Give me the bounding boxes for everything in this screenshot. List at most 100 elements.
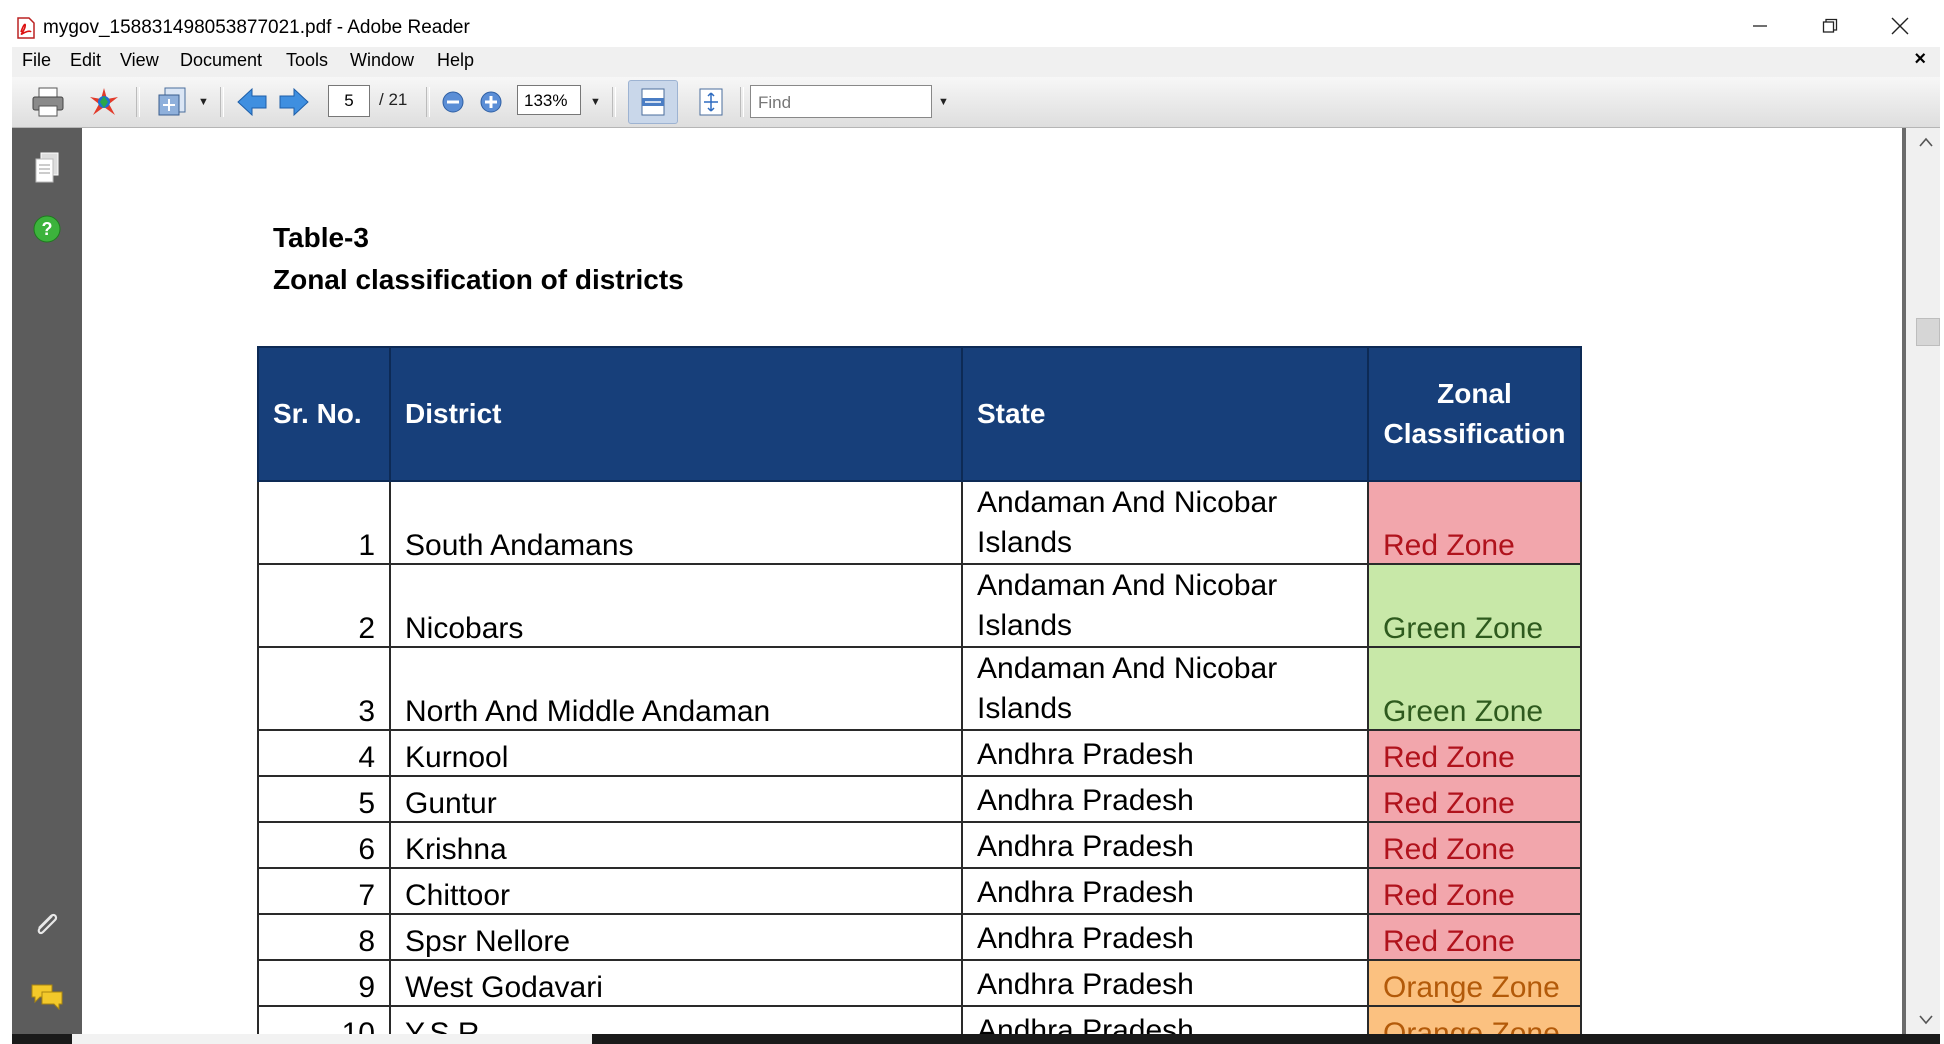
- previous-page-icon[interactable]: [234, 85, 270, 119]
- fit-page-icon[interactable]: [692, 86, 730, 118]
- scrollbar-thumb[interactable]: [1916, 318, 1940, 346]
- cell-zone: Red Zone: [1367, 821, 1582, 869]
- share-dropdown-icon[interactable]: ▼: [198, 96, 209, 108]
- table-heading: Table-3: [273, 222, 369, 253]
- cell-zone: Red Zone: [1367, 913, 1582, 961]
- cell-district: Y.S.R.: [389, 1005, 963, 1034]
- cell-sr-no: 9: [257, 959, 391, 1007]
- cell-state: Andaman And Nicobar Islands: [961, 646, 1369, 731]
- toolbar: ▼ 5 / 21 133% ▼ Find ▼: [12, 77, 1940, 128]
- menu-bar: File Edit View Document Tools Window Hel…: [12, 47, 1940, 78]
- menu-window[interactable]: Window: [350, 50, 414, 71]
- column-header-state: State: [961, 346, 1369, 482]
- column-header-sr-no: Sr. No.: [257, 346, 391, 482]
- zoom-level-input[interactable]: 133%: [517, 85, 581, 115]
- close-icon[interactable]: [1870, 6, 1930, 46]
- table-body: 1 South Andamans Andaman And Nicobar Islan…: [257, 480, 1582, 1034]
- cell-zone: Red Zone: [1367, 775, 1582, 823]
- table-row: 3 North And Middle Andaman Andaman And Nic…: [257, 646, 1582, 731]
- horizontal-scrollbar-thumb[interactable]: [72, 1034, 592, 1044]
- menu-file[interactable]: File: [22, 50, 51, 71]
- cell-sr-no: 4: [257, 729, 391, 777]
- close-document-button[interactable]: ×: [1914, 48, 1926, 71]
- vertical-scrollbar[interactable]: [1902, 128, 1940, 1034]
- find-dropdown-icon[interactable]: ▼: [938, 96, 949, 108]
- cell-district: West Godavari: [389, 959, 963, 1007]
- cell-district: Spsr Nellore: [389, 913, 963, 961]
- cell-state: Andhra Pradesh: [961, 775, 1369, 823]
- cell-state: Andhra Pradesh: [961, 913, 1369, 961]
- cell-zone: Red Zone: [1367, 729, 1582, 777]
- find-input[interactable]: Find: [750, 85, 932, 118]
- menu-help[interactable]: Help: [437, 50, 474, 71]
- menu-document[interactable]: Document: [180, 50, 262, 71]
- print-icon[interactable]: [30, 85, 66, 119]
- comments-icon[interactable]: [28, 980, 66, 1014]
- cell-sr-no: 5: [257, 775, 391, 823]
- cell-state: Andhra Pradesh: [961, 867, 1369, 915]
- cell-sr-no: 6: [257, 821, 391, 869]
- cell-district: North And Middle Andaman: [389, 646, 963, 731]
- help-icon[interactable]: ?: [30, 212, 64, 246]
- table-row: 10 Y.S.R. Andhra Pradesh Orange Zone: [257, 1005, 1582, 1034]
- menu-edit[interactable]: Edit: [70, 50, 101, 71]
- page-total: / 21: [379, 90, 408, 109]
- next-page-icon[interactable]: [276, 85, 312, 119]
- table-row: 7 Chittoor Andhra Pradesh Red Zone: [257, 867, 1582, 915]
- scroll-down-icon[interactable]: [1914, 1010, 1938, 1030]
- cell-district: South Andamans: [389, 480, 963, 565]
- cell-state: Andhra Pradesh: [961, 729, 1369, 777]
- zones-table: Sr. No. District State Zonal Classificat…: [257, 346, 1582, 1034]
- table-row: 6 Krishna Andhra Pradesh Red Zone: [257, 821, 1582, 869]
- collaborate-icon[interactable]: [86, 85, 122, 119]
- column-header-zonal-classification: Zonal Classification: [1367, 346, 1582, 482]
- minimize-icon[interactable]: [1730, 6, 1790, 46]
- cell-district: Nicobars: [389, 563, 963, 648]
- table-row: 2 Nicobars Andaman And Nicobar Islands Gree…: [257, 563, 1582, 648]
- cell-district: Guntur: [389, 775, 963, 823]
- cell-state: Andaman And Nicobar Islands: [961, 480, 1369, 565]
- svg-text:?: ?: [42, 219, 53, 239]
- table-row: 5 Guntur Andhra Pradesh Red Zone: [257, 775, 1582, 823]
- window-title: mygov_158831498053877021.pdf - Adobe Rea…: [43, 17, 470, 38]
- cell-state: Andhra Pradesh: [961, 959, 1369, 1007]
- cell-district: Kurnool: [389, 729, 963, 777]
- table-row: 9 West Godavari Andhra Pradesh Orange Zone: [257, 959, 1582, 1007]
- cell-state: Andhra Pradesh: [961, 821, 1369, 869]
- column-header-zonal-classification-label: Zonal Classification: [1383, 378, 1566, 449]
- cell-sr-no: 1: [257, 480, 391, 565]
- cell-zone: Red Zone: [1367, 867, 1582, 915]
- document-view[interactable]: Table-3 Zonal classification of district…: [82, 128, 1902, 1034]
- cell-district: Chittoor: [389, 867, 963, 915]
- cell-zone: Red Zone: [1367, 480, 1582, 565]
- table-row: 1 South Andamans Andaman And Nicobar Islan…: [257, 480, 1582, 565]
- title-bar: mygov_158831498053877021.pdf - Adobe Rea…: [0, 0, 1944, 50]
- column-header-district: District: [389, 346, 963, 482]
- cell-zone: Orange Zone: [1367, 1005, 1582, 1034]
- restore-icon[interactable]: [1800, 6, 1860, 46]
- cell-sr-no: 2: [257, 563, 391, 648]
- attachment-icon[interactable]: [28, 906, 66, 944]
- cell-state: Andhra Pradesh: [961, 1005, 1369, 1034]
- zoom-in-icon[interactable]: [478, 89, 504, 115]
- cell-sr-no: 3: [257, 646, 391, 731]
- zoom-dropdown-icon[interactable]: ▼: [590, 96, 601, 108]
- pages-icon[interactable]: [30, 150, 64, 186]
- cell-state: Andaman And Nicobar Islands: [961, 563, 1369, 648]
- page-number-input[interactable]: 5: [328, 85, 370, 117]
- cell-sr-no: 10: [257, 1005, 391, 1034]
- scroll-up-icon[interactable]: [1914, 132, 1938, 152]
- navigation-pane: ?: [12, 128, 82, 1034]
- pdf-file-icon: [17, 17, 35, 39]
- menu-view[interactable]: View: [120, 50, 159, 71]
- table-subheading: Zonal classification of districts: [273, 264, 684, 295]
- fit-width-icon[interactable]: [634, 86, 672, 118]
- cell-sr-no: 8: [257, 913, 391, 961]
- zoom-out-icon[interactable]: [440, 89, 466, 115]
- cell-zone: Orange Zone: [1367, 959, 1582, 1007]
- menu-tools[interactable]: Tools: [286, 50, 328, 71]
- table-row: 8 Spsr Nellore Andhra Pradesh Red Zone: [257, 913, 1582, 961]
- cell-zone: Green Zone: [1367, 563, 1582, 648]
- share-icon[interactable]: [152, 83, 196, 121]
- table-row: 4 Kurnool Andhra Pradesh Red Zone: [257, 729, 1582, 777]
